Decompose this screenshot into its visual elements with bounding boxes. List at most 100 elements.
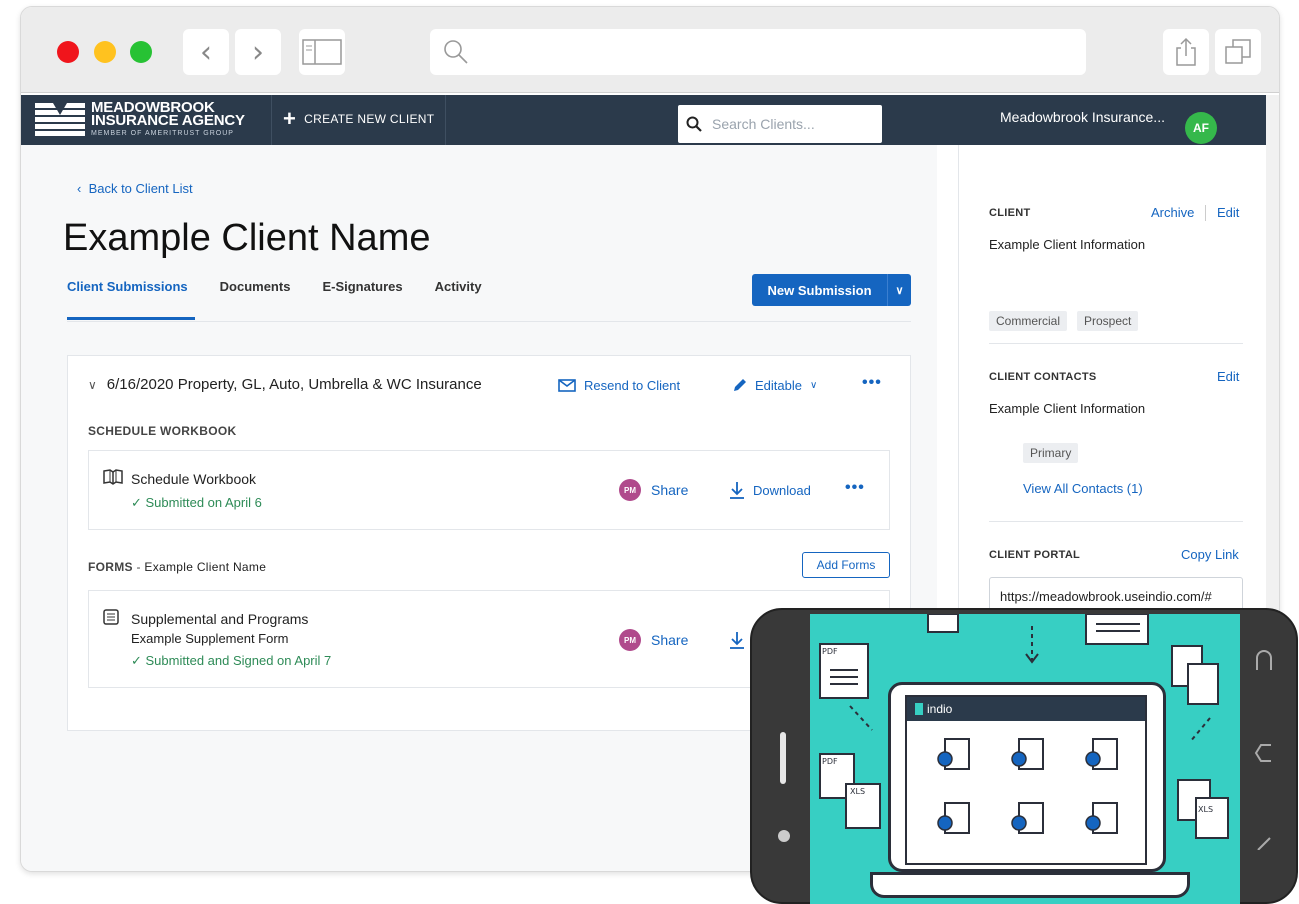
download-icon — [730, 482, 744, 499]
edit-contacts-link[interactable]: Edit — [1217, 369, 1239, 384]
user-avatar[interactable]: AF — [1185, 112, 1217, 144]
forward-arrow-icon[interactable]: › — [235, 29, 281, 75]
download-label: Download — [753, 482, 811, 498]
workbook-status: ✓ Submitted on April 6 — [131, 495, 262, 510]
svg-text:PDF: PDF — [822, 647, 838, 656]
indio-app-name: indio — [927, 702, 953, 716]
address-bar[interactable] — [430, 29, 1086, 75]
tabs-icon[interactable] — [1215, 29, 1261, 75]
divider — [989, 521, 1243, 522]
forms-section-label: FORMS — [88, 560, 133, 574]
resend-to-client-button[interactable]: Resend to Client — [558, 378, 680, 393]
svg-text:XLS: XLS — [1198, 805, 1213, 814]
avatar: PM — [619, 629, 641, 651]
share-label: Share — [651, 482, 689, 498]
pencil-icon — [734, 379, 746, 391]
back-to-client-list-link[interactable]: ‹ Back to Client List — [77, 181, 193, 196]
primary-tag: Primary — [1023, 443, 1079, 463]
archive-link[interactable]: Archive — [1151, 205, 1194, 220]
link-divider — [1205, 205, 1206, 221]
create-new-client-button[interactable]: + CREATE NEW CLIENT — [283, 106, 435, 131]
meadowbrook-logo[interactable]: MEADOWBROOK INSURANCE AGENCY MEMBER OF A… — [35, 100, 267, 141]
phone-nav-icons — [1254, 650, 1272, 850]
edit-client-link[interactable]: Edit — [1217, 205, 1239, 220]
tag-commercial: Commercial — [989, 311, 1068, 331]
submitted-documents-icon — [937, 738, 1118, 834]
form-name: Supplemental and Programs — [131, 611, 309, 627]
schedule-workbook-heading: SCHEDULE WORKBOOK — [88, 424, 237, 438]
avatar: PM — [619, 479, 641, 501]
submission-title: 6/16/2020 Property, GL, Auto, Umbrella &… — [106, 376, 482, 393]
client-search-input[interactable]: Search Clients... — [678, 105, 882, 143]
tabs-divider — [67, 321, 911, 322]
new-submission-button[interactable]: New Submission ∨ — [752, 274, 911, 306]
client-tabs: Client Submissions Documents E-Signature… — [67, 279, 482, 294]
laptop-illustration: indio — [888, 682, 1166, 872]
workbook-name: Schedule Workbook — [131, 471, 257, 487]
tab-client-submissions[interactable]: Client Submissions — [67, 279, 188, 294]
copy-link-button[interactable]: Copy Link — [1181, 547, 1239, 562]
add-forms-button[interactable]: Add Forms — [802, 552, 890, 578]
close-window-button[interactable] — [57, 41, 79, 63]
sidebar-toggle-icon[interactable] — [299, 29, 345, 75]
chevron-down-icon[interactable]: ∨ — [88, 378, 97, 392]
form-status: ✓ Submitted and Signed on April 7 — [131, 653, 332, 668]
logo-mark-icon — [35, 103, 85, 137]
book-icon — [103, 469, 123, 485]
view-all-contacts-link[interactable]: View All Contacts (1) — [1023, 481, 1143, 496]
header-divider — [271, 95, 272, 145]
forms-client-name: Example Client Name — [144, 560, 267, 574]
indio-app-bar: indio — [907, 697, 1145, 721]
chevron-down-icon: ∨ — [809, 380, 818, 391]
contacts-info: Example Client Information — [989, 401, 1146, 416]
editable-label: Editable — [755, 378, 802, 393]
form-status-text: Submitted and Signed on April 7 — [145, 653, 332, 668]
form-subtitle: Example Supplement Form — [131, 631, 289, 646]
share-icon[interactable] — [1163, 29, 1209, 75]
download-button[interactable]: Download — [729, 481, 811, 499]
download-button[interactable] — [729, 631, 745, 649]
active-tab-indicator — [67, 317, 195, 320]
more-options-icon[interactable]: ••• — [845, 479, 865, 497]
more-options-icon[interactable]: ••• — [862, 374, 882, 392]
workbook-status-text: Submitted on April 6 — [145, 495, 262, 510]
tab-activity[interactable]: Activity — [435, 279, 482, 294]
share-button[interactable]: PM Share — [619, 479, 688, 501]
envelope-icon — [558, 379, 576, 392]
brand-line-2: INSURANCE AGENCY — [91, 112, 245, 129]
indio-logo-icon — [915, 703, 923, 715]
phone-camera — [778, 830, 790, 842]
svg-text:XLS: XLS — [850, 787, 865, 796]
brand-tagline: MEMBER OF AMERITRUST GROUP — [91, 130, 234, 137]
page-title: Example Client Name — [63, 217, 431, 259]
share-button[interactable]: PM Share — [619, 629, 688, 651]
account-name[interactable]: Meadowbrook Insurance... — [1000, 109, 1165, 125]
svg-text:PDF: PDF — [822, 757, 838, 766]
client-portal-label: CLIENT PORTAL — [989, 549, 1081, 561]
chevron-down-icon[interactable]: ∨ — [887, 274, 911, 306]
create-client-label: CREATE NEW CLIENT — [304, 112, 435, 126]
laptop-screen: indio — [905, 695, 1147, 865]
new-submission-label: New Submission — [767, 282, 872, 298]
submission-header[interactable]: ∨ 6/16/2020 Property, GL, Auto, Umbrella… — [88, 376, 482, 393]
list-item[interactable]: Schedule Workbook ✓ Submitted on April 6… — [88, 450, 890, 530]
back-arrow-icon[interactable]: ‹ — [183, 29, 229, 75]
tab-e-signatures[interactable]: E-Signatures — [322, 279, 402, 294]
maximize-window-button[interactable] — [130, 41, 152, 63]
app-header: MEADOWBROOK INSURANCE AGENCY MEMBER OF A… — [21, 95, 1266, 145]
divider — [989, 343, 1243, 344]
editable-dropdown[interactable]: Editable ∨ — [732, 378, 817, 393]
search-icon — [686, 116, 702, 132]
plus-icon: + — [283, 106, 297, 131]
share-label: Share — [651, 632, 689, 648]
back-link-label: Back to Client List — [88, 181, 193, 196]
form-list-icon — [103, 609, 119, 625]
phone-side-button — [780, 732, 786, 784]
client-label: CLIENT — [989, 207, 1031, 219]
browser-toolbar: ‹ › — [21, 7, 1279, 93]
chevron-left-icon: ‹ — [77, 181, 89, 196]
laptop-base — [870, 872, 1190, 898]
minimize-window-button[interactable] — [94, 41, 116, 63]
tab-documents[interactable]: Documents — [220, 279, 291, 294]
resend-label: Resend to Client — [584, 378, 681, 393]
